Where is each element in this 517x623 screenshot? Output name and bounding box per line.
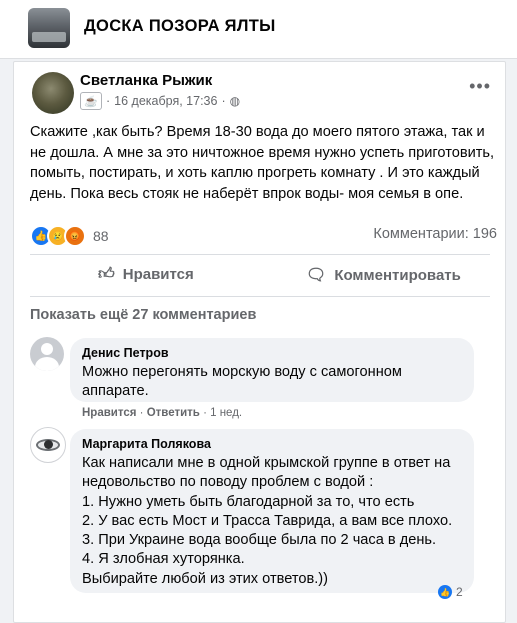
- post-date[interactable]: 16 декабря, 17:36: [114, 94, 217, 108]
- post-meta: ☕ · 16 декабря, 17:36 · ◍: [80, 92, 240, 110]
- group-badge-icon: ☕: [80, 92, 102, 110]
- post-card: Светланка Рыжик ☕ · 16 декабря, 17:36 · …: [13, 61, 506, 623]
- comment-reactions[interactable]: 👍 2: [438, 585, 463, 599]
- footer-separator: ·: [203, 407, 207, 419]
- comment-reply-link[interactable]: Ответить: [147, 407, 200, 419]
- more-options-icon[interactable]: •••: [469, 76, 491, 97]
- like-button[interactable]: 👍︎ Нравится: [98, 265, 194, 284]
- comment-bubble: Маргарита Полякова Как написали мне в од…: [70, 429, 474, 593]
- comment-time[interactable]: 1 нед.: [210, 407, 242, 419]
- comment-button-label: Комментировать: [334, 266, 461, 284]
- comment-reactions-count: 2: [456, 585, 463, 599]
- comments-count[interactable]: Комментарии: 196: [373, 226, 497, 242]
- comment-text: Можно перегонять морскую воду с самогонн…: [82, 364, 402, 400]
- comment-footer: Нравится · Ответить · 1 нед.: [82, 407, 242, 419]
- post-author[interactable]: Светланка Рыжик: [80, 72, 212, 89]
- comment-icon: 🗨︎: [306, 267, 327, 284]
- globe-icon: ◍: [229, 94, 241, 108]
- meta-separator: ·: [221, 94, 226, 108]
- commenter-name[interactable]: Маргарита Полякова: [82, 437, 462, 451]
- comment-like-link[interactable]: Нравится: [82, 407, 136, 419]
- thumbs-up-icon: 👍︎: [98, 266, 115, 283]
- comment-button[interactable]: 🗨︎ Комментировать: [306, 265, 461, 285]
- group-cover-image[interactable]: [28, 8, 70, 48]
- footer-separator: ·: [139, 407, 144, 419]
- divider: [30, 296, 490, 297]
- comment-text: Как написали мне в одной крымской группе…: [82, 455, 453, 587]
- angry-reaction-icon: 😡: [64, 225, 86, 247]
- divider: [30, 254, 490, 255]
- group-title[interactable]: ДОСКА ПОЗОРА ЯЛТЫ: [84, 17, 276, 36]
- reactions-count: 88: [93, 228, 109, 244]
- meta-separator: ·: [106, 94, 111, 108]
- comment-bubble: Денис Петров Можно перегонять морскую во…: [70, 338, 474, 402]
- show-more-comments-link[interactable]: Показать ещё 27 комментариев: [30, 307, 256, 323]
- like-button-label: Нравится: [122, 266, 194, 283]
- post-text: Скажите ,как быть? Время 18-30 вода до м…: [30, 124, 495, 202]
- author-avatar[interactable]: [32, 72, 74, 114]
- commenter-avatar[interactable]: [30, 427, 66, 463]
- commenter-avatar[interactable]: [30, 337, 64, 371]
- commenter-name[interactable]: Денис Петров: [82, 346, 462, 360]
- reactions-summary[interactable]: 👍 😢 😡 88: [30, 225, 109, 247]
- like-reaction-icon: 👍: [438, 585, 452, 599]
- group-header: ДОСКА ПОЗОРА ЯЛТЫ: [0, 0, 517, 59]
